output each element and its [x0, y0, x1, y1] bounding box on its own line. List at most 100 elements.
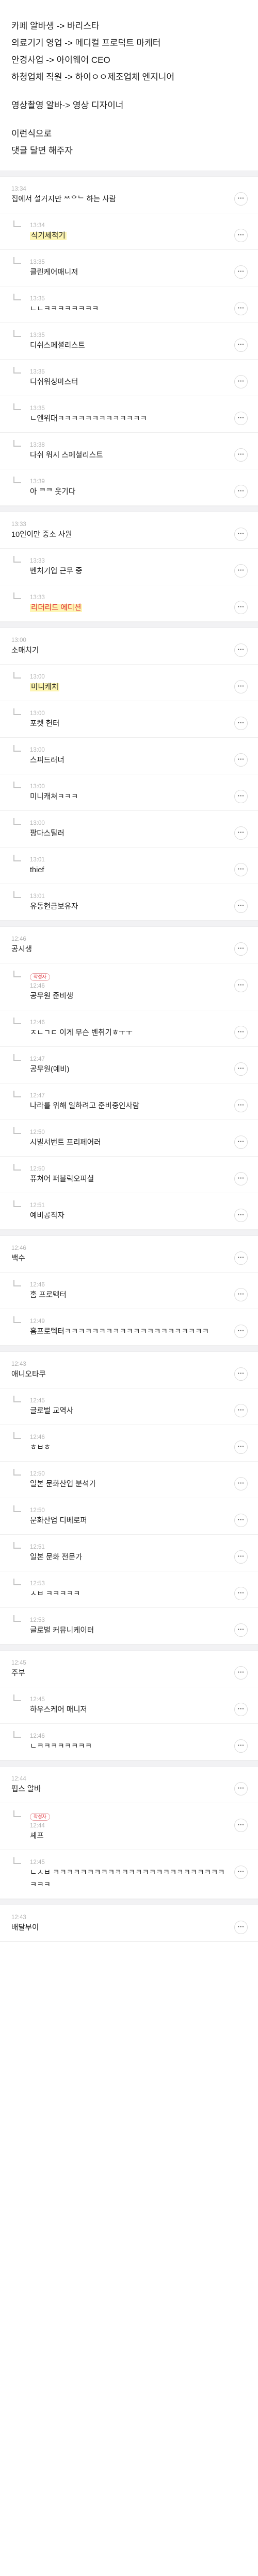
more-options-button[interactable]: ··· [234, 1099, 248, 1112]
more-options-button[interactable]: ··· [234, 942, 248, 956]
more-options-button[interactable]: ··· [234, 1703, 248, 1716]
more-options-button[interactable]: ··· [234, 979, 248, 992]
comment-text-content: 배달부이 [11, 1924, 39, 1932]
more-options-button[interactable]: ··· [234, 1404, 248, 1417]
more-options-button[interactable]: ··· [234, 1514, 248, 1527]
comment-text-content: 10인이만 중소 사원 [11, 531, 72, 539]
more-options-button[interactable]: ··· [234, 229, 248, 242]
comment-text-content: ㅎㅂㅎ [30, 1444, 51, 1452]
more-options-button[interactable]: ··· [234, 790, 248, 803]
more-options-button[interactable]: ··· [234, 192, 248, 206]
thread-divider [0, 171, 258, 177]
post-lines-b: 영상촬영 알바-> 영상 디자이너 [11, 97, 247, 114]
more-options-button[interactable]: ··· [234, 1209, 248, 1222]
more-options-button[interactable]: ··· [234, 302, 248, 315]
comment-text-content: 일본 문화산업 분석가 [30, 1480, 96, 1488]
reply-arrow-icon [13, 782, 21, 788]
comment-time: 12:46 [30, 1282, 45, 1288]
comment-text-content: 디쉬워싱마스터 [30, 378, 78, 386]
reply-comment: 12:53 글로벌 커뮤니케이터 ··· [0, 1608, 258, 1645]
comment-text: 유동현금보유자 [30, 901, 229, 913]
more-options-button[interactable]: ··· [234, 412, 248, 425]
more-options-button[interactable]: ··· [234, 1172, 248, 1185]
comment-text: 공무원 준비생 [30, 990, 229, 1003]
more-options-button[interactable]: ··· [234, 1136, 248, 1149]
reply-arrow-icon [13, 294, 21, 300]
reply-comment: 13:00 미니캐쳐ㅋㅋㅋ ··· [0, 774, 258, 811]
more-options-button[interactable]: ··· [234, 375, 248, 388]
reply-comment: 13:35 클린케어매니저 ··· [0, 250, 258, 286]
more-options-button[interactable]: ··· [234, 1550, 248, 1564]
reply-comment: 12:47 나라를 위해 일하려고 준비중인사람 ··· [0, 1083, 258, 1120]
reply-arrow-icon [13, 672, 21, 679]
more-options-button[interactable]: ··· [234, 1819, 248, 1832]
thread-divider [0, 1230, 258, 1236]
more-options-button[interactable]: ··· [234, 826, 248, 840]
comment-time: 13:33 [11, 521, 26, 528]
thread-divider [0, 921, 258, 927]
more-options-button[interactable]: ··· [234, 717, 248, 730]
more-options-button[interactable]: ··· [234, 1782, 248, 1795]
reply-arrow-icon [13, 330, 21, 337]
reply-comment: 작성자 12:46 공무원 준비생 ··· [0, 963, 258, 1010]
comment-text: 리더리드 에디션 [30, 602, 229, 614]
comment: 12:44 펍스 알바 ··· [0, 1767, 258, 1803]
more-options-button[interactable]: ··· [234, 1288, 248, 1301]
comment-time: 12:47 [30, 1093, 45, 1099]
more-options-button[interactable]: ··· [234, 485, 248, 498]
comment-text-content: 시빌서번트 프리페어러 [30, 1139, 101, 1147]
more-options-button[interactable]: ··· [234, 1477, 248, 1490]
comment-text: 셰프 [30, 1830, 229, 1842]
comment-time: 12:50 [30, 1166, 45, 1172]
comment-text: 주부 [11, 1667, 229, 1680]
comment: 12:46 공시생 ··· [0, 927, 258, 963]
more-options-button[interactable]: ··· [234, 1866, 248, 1879]
comment-time: 13:33 [30, 558, 45, 564]
more-options-button[interactable]: ··· [234, 1623, 248, 1637]
more-options-button[interactable]: ··· [234, 1739, 248, 1753]
author-badge: 작성자 [30, 973, 50, 981]
more-options-button[interactable]: ··· [234, 1367, 248, 1381]
comment-text: 공무원(예비) [30, 1063, 229, 1076]
more-options-button[interactable]: ··· [234, 601, 248, 614]
more-options-button[interactable]: ··· [234, 643, 248, 657]
more-options-button[interactable]: ··· [234, 1440, 248, 1454]
comment: 12:46 백수 ··· [0, 1236, 258, 1273]
comment-text-content: 주부 [11, 1669, 25, 1677]
reply-arrow-icon [13, 745, 21, 752]
more-options-button[interactable]: ··· [234, 1062, 248, 1076]
comment-time: 13:35 [30, 296, 45, 302]
comment-time: 12:45 [30, 1859, 45, 1866]
comment-text-content: 미니캐쳐ㅋㅋㅋ [30, 793, 78, 801]
comment-time: 13:00 [30, 710, 45, 717]
more-options-button[interactable]: ··· [234, 1026, 248, 1039]
more-options-button[interactable]: ··· [234, 1921, 248, 1934]
thread-divider [0, 622, 258, 628]
more-options-button[interactable]: ··· [234, 265, 248, 279]
comment-text-content: 퓨쳐어 퍼블릭오피셜 [30, 1175, 94, 1183]
more-options-button[interactable]: ··· [234, 863, 248, 876]
comment-text: 미니캐쳐ㅋㅋㅋ [30, 791, 229, 803]
comment-text: 아 ᄏᄏ 웃기다 [30, 486, 229, 498]
more-options-button[interactable]: ··· [234, 448, 248, 462]
reply-arrow-icon [13, 221, 21, 227]
comment-time: 12:44 [11, 1776, 26, 1782]
comment-text-content: 식기세척기 [30, 232, 67, 240]
more-options-button[interactable]: ··· [234, 338, 248, 352]
more-options-button[interactable]: ··· [234, 1251, 248, 1265]
more-options-button[interactable]: ··· [234, 680, 248, 693]
more-options-button[interactable]: ··· [234, 753, 248, 767]
more-options-button[interactable]: ··· [234, 528, 248, 541]
more-options-button[interactable]: ··· [234, 564, 248, 578]
more-options-button[interactable]: ··· [234, 1666, 248, 1680]
more-options-button[interactable]: ··· [234, 1587, 248, 1600]
more-options-button[interactable]: ··· [234, 900, 248, 913]
more-options-button[interactable]: ··· [234, 1325, 248, 1338]
comment-text: 백수 [11, 1252, 229, 1265]
reply-arrow-icon [13, 1731, 21, 1738]
comment-text-content: 애니오타쿠 [11, 1370, 46, 1379]
comment-text-content: 글로벌 커뮤니케이터 [30, 1626, 94, 1635]
thread-divider [0, 1346, 258, 1352]
reply-comment: 12:50 일본 문화산업 분석가 ··· [0, 1462, 258, 1498]
